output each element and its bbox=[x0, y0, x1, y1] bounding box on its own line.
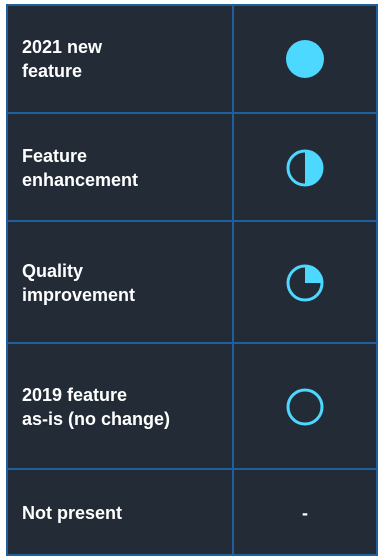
dash-icon: - bbox=[232, 470, 376, 556]
legend-icon-cell bbox=[232, 114, 376, 222]
legend-label-enhancement: Feature enhancement bbox=[22, 146, 139, 190]
legend-label-new-feature: 2021 new feature bbox=[22, 37, 103, 81]
legend-row-as-is: 2019 feature as-is (no change) bbox=[8, 342, 376, 470]
legend-label-quality: Quality improvement bbox=[22, 261, 136, 305]
legend-icon-cell bbox=[232, 222, 376, 344]
quarter-circle-icon bbox=[286, 264, 324, 302]
feature-status-legend: 2021 new feature Feature enhancement Qua… bbox=[6, 4, 378, 556]
half-circle-icon bbox=[286, 149, 324, 187]
full-circle-icon bbox=[286, 40, 324, 78]
empty-circle-icon bbox=[286, 388, 324, 426]
legend-row-not-present: Not present - bbox=[8, 468, 376, 556]
legend-label-as-is: 2019 feature as-is (no change) bbox=[22, 385, 171, 429]
legend-row-new-feature: 2021 new feature bbox=[8, 6, 376, 112]
legend-row-enhancement: Feature enhancement bbox=[8, 112, 376, 222]
legend-row-quality: Quality improvement bbox=[8, 220, 376, 344]
legend-label-not-present: Not present bbox=[22, 503, 123, 523]
legend-icon-cell bbox=[232, 344, 376, 470]
legend-icon-cell bbox=[232, 6, 376, 112]
